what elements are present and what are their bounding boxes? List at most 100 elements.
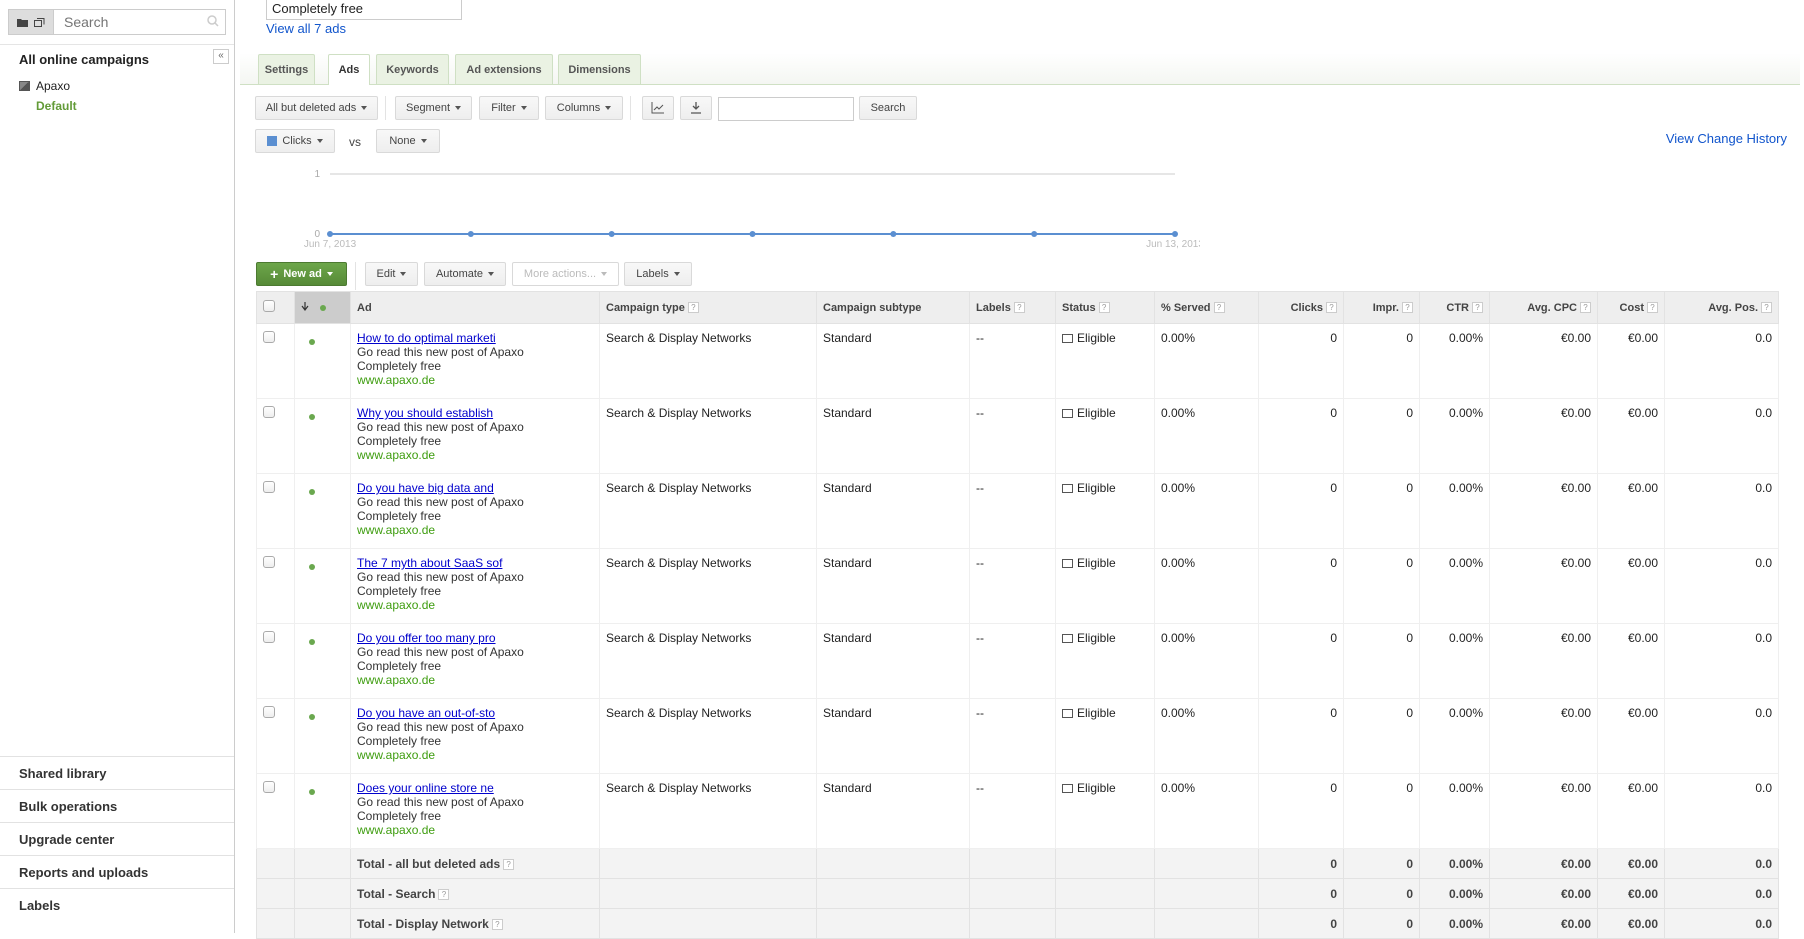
data-point[interactable] — [327, 231, 333, 237]
view-all-ads-link[interactable]: View all 7 ads — [266, 21, 346, 36]
col-campaign-type[interactable]: Campaign type? — [599, 291, 817, 324]
folder-view-icon[interactable] — [17, 18, 28, 27]
data-point[interactable] — [467, 231, 474, 237]
status-text: Eligible — [1077, 481, 1116, 495]
collapse-sidebar-button[interactable]: « — [213, 49, 229, 64]
row-checkbox[interactable] — [263, 556, 275, 568]
data-point[interactable] — [1031, 231, 1038, 237]
chevron-down-icon — [605, 106, 612, 110]
help-icon[interactable]: ? — [1580, 301, 1591, 313]
help-icon[interactable]: ? — [1213, 301, 1225, 313]
comment-bubble-icon[interactable] — [1062, 559, 1073, 568]
sidebar-item-bulk-operations[interactable]: Bulk operations — [0, 789, 234, 822]
sidebar-search-input[interactable] — [54, 10, 225, 34]
row-checkbox[interactable] — [263, 706, 275, 718]
comment-bubble-icon[interactable] — [1062, 784, 1073, 793]
ad-headline-link[interactable]: Why you should establish — [357, 406, 493, 420]
more-actions-button[interactable]: More actions... — [512, 262, 619, 286]
labels-button[interactable]: Labels — [624, 262, 692, 286]
avg-cpc-cell: €0.00 — [1489, 698, 1598, 774]
help-icon[interactable]: ? — [1402, 301, 1413, 313]
help-icon[interactable]: ? — [1761, 301, 1772, 313]
tab-ads[interactable]: Ads — [328, 54, 370, 85]
tree-view-icon[interactable] — [34, 17, 45, 27]
col-avg-pos[interactable]: Avg. Pos.? — [1664, 291, 1779, 324]
row-checkbox[interactable] — [263, 631, 275, 643]
view-filter-dropdown[interactable]: All but deleted ads — [255, 96, 378, 120]
data-point[interactable] — [608, 231, 615, 237]
help-icon[interactable]: ? — [687, 301, 699, 313]
edit-button[interactable]: Edit — [365, 262, 418, 286]
comment-bubble-icon[interactable] — [1062, 334, 1073, 343]
chevron-down-icon — [673, 272, 680, 276]
search-icon[interactable] — [207, 15, 219, 29]
all-campaigns-link[interactable]: All online campaigns — [19, 52, 149, 67]
col-ad[interactable]: Ad — [350, 291, 600, 324]
status-dot-icon — [309, 714, 315, 720]
sidebar-item-shared-library[interactable]: Shared library — [0, 756, 234, 789]
help-icon[interactable]: ? — [491, 918, 503, 930]
comment-bubble-icon[interactable] — [1062, 484, 1073, 493]
sidebar-item-reports-uploads[interactable]: Reports and uploads — [0, 855, 234, 888]
col-clicks[interactable]: Clicks? — [1258, 291, 1344, 324]
col-impr[interactable]: Impr.? — [1343, 291, 1420, 324]
row-checkbox[interactable] — [263, 331, 275, 343]
col-avg-cpc[interactable]: Avg. CPC? — [1489, 291, 1598, 324]
comment-bubble-icon[interactable] — [1062, 634, 1073, 643]
col-labels[interactable]: Labels? — [969, 291, 1056, 324]
download-button[interactable] — [680, 96, 712, 120]
sidebar-item-labels[interactable]: Labels — [0, 888, 234, 921]
metric1-dropdown[interactable]: Clicks — [255, 129, 335, 153]
help-icon[interactable]: ? — [1647, 301, 1658, 313]
view-change-history-link[interactable]: View Change History — [1666, 131, 1787, 146]
tab-settings[interactable]: Settings — [258, 54, 315, 84]
col-status-label: Status — [1062, 301, 1096, 314]
ad-headline-link[interactable]: Do you offer too many pro — [357, 631, 496, 645]
row-select-cell — [256, 398, 295, 474]
help-icon[interactable]: ? — [1326, 301, 1337, 313]
tab-keywords[interactable]: Keywords — [376, 54, 449, 84]
ad-headline-link[interactable]: How to do optimal marketi — [357, 331, 496, 345]
row-checkbox[interactable] — [263, 406, 275, 418]
col-ctr[interactable]: CTR? — [1419, 291, 1490, 324]
help-icon[interactable]: ? — [503, 858, 515, 870]
ad-headline-link[interactable]: Do you have an out-of-sto — [357, 706, 495, 720]
data-point[interactable] — [1172, 231, 1178, 237]
new-ad-button[interactable]: + New ad — [256, 262, 347, 286]
segment-button[interactable]: Segment — [395, 96, 472, 120]
col-cost[interactable]: Cost? — [1597, 291, 1665, 324]
sidebar-item-upgrade-center[interactable]: Upgrade center — [0, 822, 234, 855]
col-status[interactable]: Status? — [1055, 291, 1155, 324]
plus-icon: + — [270, 266, 279, 282]
status-sort-header[interactable] — [294, 291, 351, 324]
ad-group-item[interactable]: Default — [36, 99, 77, 113]
toggle-chart-button[interactable] — [642, 96, 674, 120]
table-search-input[interactable] — [718, 97, 854, 121]
automate-button[interactable]: Automate — [424, 262, 506, 286]
comment-bubble-icon[interactable] — [1062, 409, 1073, 418]
row-checkbox[interactable] — [263, 481, 275, 493]
help-icon[interactable]: ? — [1013, 301, 1025, 313]
tab-dimensions[interactable]: Dimensions — [558, 54, 641, 84]
select-all-checkbox[interactable] — [263, 300, 275, 312]
tab-ad-extensions[interactable]: Ad extensions — [455, 54, 553, 84]
campaign-item[interactable]: Apaxo — [19, 79, 70, 93]
search-button[interactable]: Search — [859, 96, 917, 120]
ad-headline-link[interactable]: The 7 myth about SaaS sof — [357, 556, 502, 570]
view-toggle[interactable] — [8, 9, 54, 35]
help-icon[interactable]: ? — [1098, 301, 1110, 313]
comment-bubble-icon[interactable] — [1062, 709, 1073, 718]
help-icon[interactable]: ? — [438, 888, 450, 900]
col-served[interactable]: % Served? — [1154, 291, 1259, 324]
ad-headline-link[interactable]: Does your online store ne — [357, 781, 494, 795]
campaign-name[interactable]: Apaxo — [36, 79, 70, 93]
col-campaign-subtype[interactable]: Campaign subtype — [816, 291, 970, 324]
filter-button[interactable]: Filter — [479, 96, 539, 120]
data-point[interactable] — [749, 231, 756, 237]
help-icon[interactable]: ? — [1472, 301, 1483, 313]
ad-headline-link[interactable]: Do you have big data and — [357, 481, 494, 495]
data-point[interactable] — [890, 231, 897, 237]
metric2-dropdown[interactable]: None — [376, 129, 440, 153]
row-checkbox[interactable] — [263, 781, 275, 793]
columns-button[interactable]: Columns — [545, 96, 623, 120]
